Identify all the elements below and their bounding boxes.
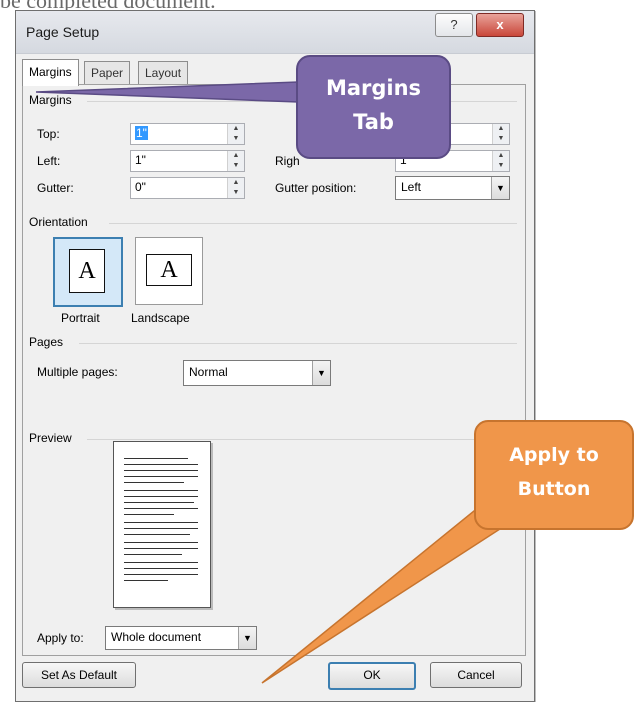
cancel-button[interactable]: Cancel	[430, 662, 522, 688]
chevron-down-icon[interactable]: ▼	[491, 177, 509, 199]
callout-line: Margins	[325, 76, 422, 100]
page-preview	[113, 441, 211, 608]
gutter-position-label: Gutter position:	[275, 181, 357, 195]
orientation-group-label: Orientation	[29, 215, 88, 229]
landscape-label[interactable]: Landscape	[131, 311, 190, 325]
gutter-position-select[interactable]: Left ▼	[395, 176, 510, 200]
group-divider	[79, 343, 517, 344]
apply-to-select[interactable]: Whole document ▼	[105, 626, 257, 650]
gutter-value[interactable]: 0"	[135, 180, 146, 194]
gutter-spinner[interactable]: 0" ▲ ▼	[130, 177, 245, 199]
dialog-title: Page Setup	[26, 24, 100, 40]
margins-tab-panel: Margins Top: 1" ▲ ▼ Left: 1" ▲ ▼ Gutter: 0…	[22, 84, 526, 656]
apply-to-value: Whole document	[111, 630, 202, 644]
tab-paper[interactable]: Paper	[84, 61, 131, 84]
margins-tab-callout: Margins Tab	[296, 55, 451, 159]
close-button[interactable]: x	[476, 13, 524, 37]
spinner-arrows[interactable]: ▲ ▼	[227, 124, 244, 144]
left-margin-spinner[interactable]: 1" ▲ ▼	[130, 150, 245, 172]
multiple-pages-select[interactable]: Normal ▼	[183, 360, 331, 386]
top-margin-spinner[interactable]: 1" ▲ ▼	[130, 123, 245, 145]
set-as-default-button[interactable]: Set As Default	[22, 662, 136, 688]
group-divider	[109, 223, 517, 224]
chevron-down-icon[interactable]: ▼	[238, 627, 256, 649]
preview-group-label: Preview	[29, 431, 72, 445]
apply-to-callout: Apply to Button	[474, 420, 634, 530]
portrait-page-icon: A	[69, 249, 105, 293]
tab-margins[interactable]: Margins	[22, 59, 79, 86]
portrait-label[interactable]: Portrait	[61, 311, 100, 325]
right-label: Right:	[275, 154, 299, 168]
spinner-arrows[interactable]: ▲ ▼	[492, 151, 509, 171]
landscape-option[interactable]: A	[135, 237, 203, 305]
chevron-down-icon[interactable]: ▼	[312, 361, 330, 385]
spinner-arrows[interactable]: ▲ ▼	[227, 151, 244, 171]
help-button[interactable]: ?	[435, 13, 473, 37]
top-margin-value[interactable]: 1"	[135, 126, 148, 140]
title-bar: Page Setup ? x	[16, 11, 534, 54]
top-label: Top:	[37, 127, 60, 141]
spinner-arrows[interactable]: ▲ ▼	[227, 178, 244, 198]
left-label: Left:	[37, 154, 61, 168]
page-setup-dialog: Page Setup ? x Margins Paper Layout Marg…	[15, 10, 535, 702]
callout-line: Apply to	[509, 444, 599, 466]
portrait-option[interactable]: A	[53, 237, 123, 307]
gutter-position-value: Left	[401, 180, 422, 194]
pages-group-label: Pages	[29, 335, 64, 349]
landscape-page-icon: A	[146, 254, 192, 286]
gutter-label: Gutter:	[37, 181, 74, 195]
spinner-arrows[interactable]: ▲ ▼	[492, 124, 509, 144]
apply-to-label: Apply to:	[37, 631, 84, 645]
tab-layout[interactable]: Layout	[138, 61, 189, 84]
group-divider	[87, 439, 517, 440]
left-margin-value[interactable]: 1"	[135, 153, 146, 167]
ok-button[interactable]: OK	[328, 662, 416, 690]
multiple-pages-value: Normal	[189, 365, 228, 379]
tab-strip: Margins Paper Layout	[22, 59, 252, 86]
multiple-pages-label: Multiple pages:	[37, 365, 118, 379]
margins-group-label: Margins	[29, 93, 72, 107]
callout-line: Button	[517, 478, 591, 500]
callout-line: Tab	[353, 110, 394, 134]
